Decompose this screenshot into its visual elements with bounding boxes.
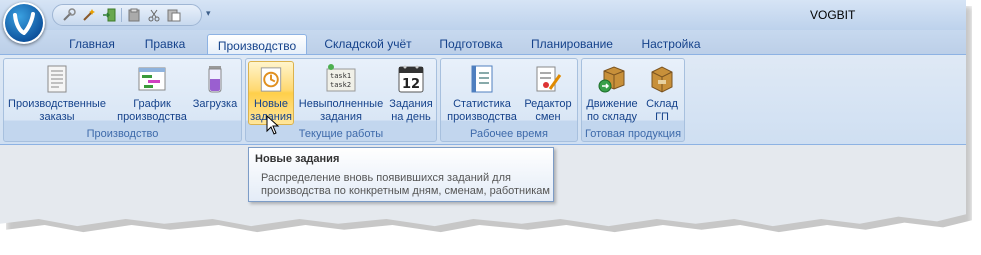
- tooltip-body: Распределение вновь появившихся заданий …: [261, 172, 550, 197]
- production-schedule-button[interactable]: График производства: [114, 61, 190, 125]
- app-title: VOGBIT: [810, 8, 856, 22]
- tab-settings[interactable]: Настройка: [632, 34, 710, 54]
- group-label: Производство: [86, 128, 159, 140]
- task-icon-text-2: task2: [330, 81, 351, 89]
- new-tasks-icon: [260, 67, 282, 92]
- app-window: ▾ VOGBIT Главная Правка Производство Скл…: [0, 0, 966, 227]
- wizard-icon[interactable]: [81, 7, 97, 23]
- warehouse-icon: [651, 66, 673, 93]
- ribbon-tabs: Главная Правка Производство Складской уч…: [0, 30, 966, 56]
- button-label: Статистика производства: [447, 98, 517, 123]
- production-orders-button[interactable]: Производственные заказы: [4, 61, 110, 125]
- group-label: Рабочее время: [470, 128, 548, 140]
- production-schedule-icon: [138, 67, 166, 91]
- button-label: График производства: [117, 98, 187, 123]
- app-logo-icon[interactable]: [3, 2, 45, 44]
- tab-preparation[interactable]: Подготовка: [430, 34, 512, 54]
- tooltip-title: Новые задания: [255, 153, 340, 165]
- ribbon-panel: Производственные заказы График производс…: [0, 54, 966, 145]
- statistics-icon: [471, 65, 493, 93]
- tab-home[interactable]: Главная: [62, 34, 122, 54]
- chevron-down-icon[interactable]: ▾: [206, 9, 211, 19]
- title-bar: ▾ VOGBIT: [0, 0, 966, 30]
- calendar-icon: 12: [398, 65, 424, 93]
- group-working-time: Статистика производства Редактор смен Ра…: [440, 58, 578, 142]
- pending-tasks-icon: task1 task2: [326, 64, 356, 92]
- warehouse-movement-button[interactable]: Движение по складу: [584, 61, 640, 125]
- group-production: Производственные заказы График производс…: [3, 58, 242, 142]
- tab-planning[interactable]: Планирование: [525, 34, 619, 54]
- tab-production[interactable]: Производство: [207, 34, 307, 56]
- button-label: Склад ГП: [646, 98, 678, 123]
- button-label: Редактор смен: [524, 98, 572, 123]
- task-icon-text-1: task1: [330, 72, 351, 80]
- tab-edit[interactable]: Правка: [136, 34, 194, 54]
- warehouse-movement-icon: [598, 66, 625, 93]
- quick-access-toolbar: [52, 4, 202, 26]
- group-label: Готовая продукция: [584, 128, 682, 140]
- production-orders-icon: [47, 65, 67, 93]
- tools-icon[interactable]: [61, 7, 77, 23]
- shift-editor-button[interactable]: Редактор смен: [521, 61, 575, 125]
- scissors-icon[interactable]: [146, 7, 162, 23]
- tasks-for-day-button[interactable]: 12 Задания на день: [388, 61, 434, 125]
- pending-tasks-button[interactable]: task1 task2 Невыполненные задания: [296, 61, 386, 125]
- warehouse-fp-button[interactable]: Склад ГП: [642, 61, 682, 125]
- exit-icon[interactable]: [101, 7, 117, 23]
- mouse-cursor-icon: [266, 115, 280, 135]
- calendar-day-number: 12: [402, 77, 420, 92]
- clipboard-icon[interactable]: [126, 7, 142, 23]
- button-label: Движение по складу: [586, 98, 638, 123]
- button-label: Невыполненные задания: [298, 98, 384, 123]
- shift-editor-icon: [536, 66, 562, 92]
- toolbar-separator: [121, 8, 122, 22]
- group-finished-products: Движение по складу Склад ГП Готовая прод…: [581, 58, 685, 142]
- tooltip: Новые задания Распределение вновь появив…: [248, 147, 554, 202]
- paste-icon[interactable]: [166, 7, 182, 23]
- button-label: Производственные заказы: [8, 98, 106, 123]
- load-icon: [208, 66, 222, 93]
- button-label: Задания на день: [389, 98, 433, 123]
- button-label: Загрузка: [192, 98, 238, 110]
- production-statistics-button[interactable]: Статистика производства: [443, 61, 521, 125]
- tab-warehouse[interactable]: Складской учёт: [318, 34, 418, 54]
- load-button[interactable]: Загрузка: [190, 61, 240, 125]
